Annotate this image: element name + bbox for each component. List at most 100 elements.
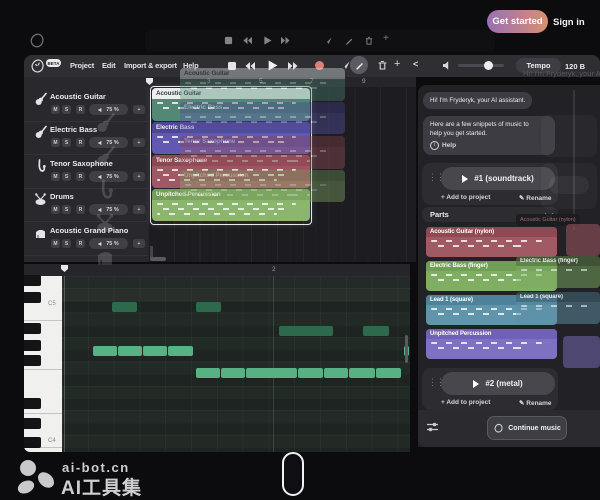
black-key[interactable] <box>24 340 41 351</box>
app-logo-icon[interactable] <box>29 58 46 75</box>
tempo-value[interactable]: 120 B <box>565 62 585 71</box>
add-to-project-button[interactable]: + Add to project <box>441 194 490 201</box>
midi-note[interactable] <box>221 368 245 378</box>
part-clip[interactable]: Unpitched Percussion <box>426 329 557 359</box>
snippet-play-button[interactable]: #2 (metal) <box>441 372 555 395</box>
pencil-icon: ✎ <box>519 195 524 202</box>
piano-roll-ruler[interactable] <box>24 264 410 276</box>
add-to-project-button[interactable]: + Add to project <box>441 399 490 406</box>
menu-edit[interactable]: Edit <box>102 61 115 70</box>
midi-note[interactable] <box>118 346 142 356</box>
tempo-button[interactable]: Tempo <box>516 58 561 73</box>
ghost-timeline-clip: Acoustic Guitar <box>180 68 345 101</box>
black-key[interactable] <box>24 398 41 409</box>
rename-button[interactable]: ✎ Rename <box>519 194 552 202</box>
part-clip[interactable]: Electric Bass (finger) <box>426 261 557 291</box>
midi-note[interactable] <box>279 326 333 336</box>
panel-scrollbar[interactable] <box>573 90 575 230</box>
volume-icon[interactable] <box>442 60 453 71</box>
black-key[interactable] <box>24 418 41 429</box>
solo-button[interactable]: S <box>62 105 71 114</box>
arm-button[interactable]: R <box>76 205 85 214</box>
arm-button[interactable]: R <box>76 239 85 248</box>
part-clip[interactable]: Acoustic Guitar (nylon) <box>426 227 557 257</box>
get-started-label: Get started <box>492 16 542 27</box>
black-key[interactable] <box>24 275 41 286</box>
volume-slider-track[interactable] <box>458 64 504 67</box>
menu-project[interactable]: Project <box>70 61 94 70</box>
clip-notes-preview <box>185 87 320 89</box>
track-row[interactable]: Tenor SaxophoneMSR75 %+ <box>24 155 148 189</box>
menu-import-export[interactable]: Import & export <box>124 61 177 70</box>
piano-playhead-icon[interactable] <box>61 265 69 273</box>
drag-handle-icon[interactable]: ⋮⋮ <box>428 379 434 397</box>
midi-note[interactable] <box>246 368 297 378</box>
piano-keyboard[interactable]: C5C4 <box>24 276 62 452</box>
part-notes-preview <box>431 313 523 315</box>
volume-slider-knob[interactable] <box>484 61 493 70</box>
track-automation-button[interactable]: + <box>133 105 145 114</box>
midi-note[interactable] <box>143 346 167 356</box>
white-key-divider <box>24 369 62 370</box>
track-automation-button[interactable]: + <box>133 172 145 181</box>
black-key[interactable] <box>24 323 41 334</box>
piano-roll-highlight-band <box>62 276 410 302</box>
part-notes-preview <box>431 347 523 349</box>
trash-icon[interactable] <box>377 60 388 71</box>
get-started-button[interactable]: Get started <box>487 10 548 33</box>
part-notes-preview <box>431 308 542 310</box>
collapse-icon[interactable]: < <box>413 59 418 69</box>
midi-note[interactable] <box>324 368 348 378</box>
midi-note[interactable] <box>93 346 117 356</box>
add-icon[interactable]: + <box>394 58 400 70</box>
snippet-play-button[interactable]: #1 (soundtrack) <box>441 167 555 190</box>
ghost-track-icon <box>95 212 115 232</box>
arm-button[interactable]: R <box>76 138 85 147</box>
midi-note[interactable] <box>168 346 193 356</box>
key-label: C5 <box>48 301 56 307</box>
midi-note[interactable] <box>298 368 323 378</box>
solo-button[interactable]: S <box>62 239 71 248</box>
solo-button[interactable]: S <box>62 205 71 214</box>
midi-note[interactable] <box>196 368 220 378</box>
track-automation-button[interactable]: + <box>133 239 145 248</box>
track-row[interactable]: Acoustic Grand PianoMSR75 %+ <box>24 222 148 256</box>
piano-v-scrollbar[interactable] <box>405 335 408 363</box>
midi-note[interactable] <box>349 368 375 378</box>
track-automation-button[interactable]: + <box>133 138 145 147</box>
timeline-h-scrollbar[interactable] <box>150 257 166 261</box>
midi-note[interactable] <box>196 302 221 312</box>
track-row[interactable]: DrumsMSR75 %+ <box>24 188 148 222</box>
clip-notes-preview <box>185 184 330 186</box>
mute-button[interactable]: M <box>51 172 60 181</box>
midi-note[interactable] <box>363 326 389 336</box>
black-key[interactable] <box>24 292 41 303</box>
arm-button[interactable]: R <box>76 172 85 181</box>
mute-button[interactable]: M <box>51 205 60 214</box>
track-row[interactable]: Electric BassMSR75 %+ <box>24 121 148 155</box>
sign-in-button[interactable]: Sign in <box>553 17 585 28</box>
mute-button[interactable]: M <box>51 105 60 114</box>
timeline-playhead-icon[interactable] <box>146 78 154 86</box>
track-automation-button[interactable]: + <box>133 205 145 214</box>
continue-music-button[interactable]: Continue music <box>487 416 567 440</box>
midi-note[interactable] <box>376 368 401 378</box>
mute-button[interactable]: M <box>51 138 60 147</box>
track-name: Drums <box>50 192 74 201</box>
track-row[interactable]: Acoustic GuitarMSR75 %+ <box>24 88 148 122</box>
drag-handle-icon[interactable]: ⋮⋮ <box>428 174 434 192</box>
help-link[interactable]: i Help <box>430 141 548 151</box>
rename-button[interactable]: ✎ Rename <box>519 399 552 407</box>
part-notes-preview <box>431 240 542 242</box>
part-clip[interactable]: Lead 1 (square) <box>426 295 557 325</box>
settings-sliders-icon[interactable] <box>426 421 439 433</box>
clip-header: Acoustic Guitar <box>180 68 345 79</box>
black-key[interactable] <box>24 355 41 366</box>
arm-button[interactable]: R <box>76 105 85 114</box>
ghost-timeline-clip: Tenor Saxophone <box>180 136 345 169</box>
solo-button[interactable]: S <box>62 172 71 181</box>
midi-note[interactable] <box>112 302 137 312</box>
solo-button[interactable]: S <box>62 138 71 147</box>
mute-button[interactable]: M <box>51 239 60 248</box>
ghost-stop-icon <box>224 36 233 45</box>
